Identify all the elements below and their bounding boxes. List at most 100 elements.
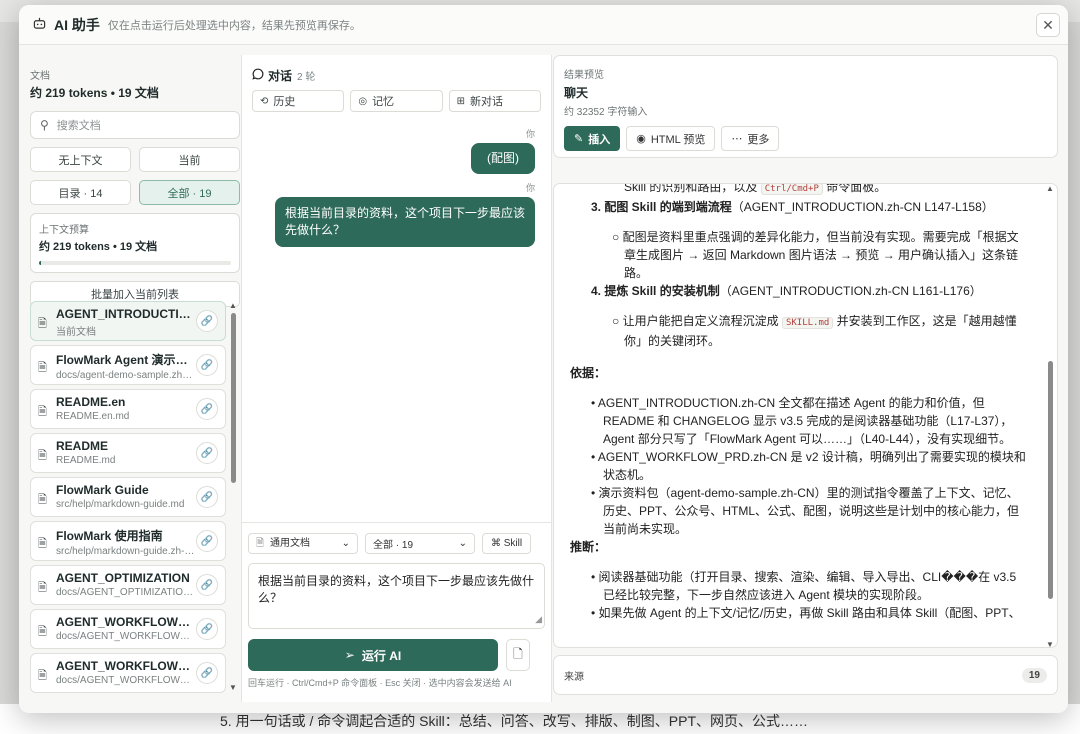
doc-name: AGENT_WORKFLOW_PRD	[56, 615, 195, 629]
composer-hint: 回车运行 · Ctrl/Cmd+P 命令面板 · Esc 关闭 · 选中内容会发…	[248, 678, 512, 688]
scrollbar-thumb[interactable]	[230, 313, 236, 483]
result-content[interactable]: Skill 的识别和路由，以及 Ctrl/Cmd+P 命令面板。 3. 配图 S…	[553, 183, 1058, 648]
doc-name: FlowMark Guide	[56, 483, 149, 497]
memory-button[interactable]: ◎ 记忆	[350, 90, 443, 112]
budget-value: 约 219 tokens • 19 文档	[39, 241, 158, 253]
composer: 🗎 通用文档 ⌄ 全部 · 19 ⌄ ⌘ Skill 根据当前目录的资料，这个项目…	[242, 522, 551, 702]
scroll-up-icon[interactable]: ▲	[228, 301, 238, 310]
result-panel: 结果预览 聊天 约 32352 字符输入 ✎ 插入 ◉ HTML 预览 ⋯ 更多 Sk…	[553, 55, 1058, 702]
budget-label: 上下文预算	[39, 225, 89, 236]
ai-assistant-dialog: AI 助手 仅在点击运行后处理选中内容，结果先预览再保存。 ✕ 文档 约 219…	[19, 5, 1068, 713]
resize-handle-icon[interactable]: ◢	[535, 611, 542, 628]
eye-icon: ◉	[636, 133, 646, 145]
budget-bar	[39, 261, 231, 265]
insert-label: 插入	[588, 133, 611, 146]
doc-name: AGENT_WORKFLOW_PRD.zh-CN	[56, 659, 195, 673]
skill-button[interactable]: ⌘ Skill	[482, 533, 531, 554]
docs-label: 文档	[30, 71, 50, 82]
history-label: 历史	[273, 96, 296, 108]
scroll-down-icon[interactable]: ▼	[228, 683, 238, 692]
doc-item[interactable]: 🗎 AGENT_WORKFLOW_PRD.zh-CN docs/AGENT_WO…	[30, 653, 226, 693]
user-message: 根据当前目录的资料，这个项目下一步最应该先做什么？	[275, 197, 535, 247]
basis-heading: 依据：	[570, 366, 607, 380]
link-icon[interactable]: 🔗	[196, 486, 218, 508]
html-preview-button[interactable]: ◉ HTML 预览	[626, 126, 716, 151]
doc-item[interactable]: 🗎 AGENT_INTRODUCTION.zh-CN.md 当前文档 🔗	[30, 301, 226, 341]
doc-type-value: 通用文档	[270, 538, 311, 549]
document-icon: 🗎	[38, 538, 47, 550]
background-footer-text: 5. 用一句话或 / 命令调起合适的 Skill：总结、问答、改写、排版、制图、…	[220, 713, 809, 729]
document-icon: 🗎	[38, 362, 47, 374]
document-icon: 🗎	[38, 406, 47, 418]
more-button[interactable]: ⋯ 更多	[721, 126, 780, 151]
inference-heading: 推断：	[570, 540, 607, 554]
conversation-count: 2 轮	[297, 72, 316, 83]
prompt-input[interactable]: 根据当前目录的资料，这个项目下一步最应该先做什么？ ◢	[248, 563, 545, 629]
inference-item: • 如果先做 Agent 的上下文/记忆/历史，再做 Skill 路由和具体 S…	[591, 606, 1021, 620]
link-icon[interactable]: 🔗	[196, 574, 218, 596]
link-icon[interactable]: 🔗	[196, 618, 218, 640]
source-label: 来源	[564, 671, 584, 683]
scope-directory-button[interactable]: 目录 · 14	[30, 180, 131, 205]
attach-file-button[interactable]: 🗋	[506, 639, 530, 671]
doc-path: docs/AGENT_OPTIMIZATION.md	[56, 587, 195, 598]
run-ai-button[interactable]: ➢ 运行 AI	[248, 639, 498, 671]
doc-path: src/help/markdown-guide.md	[56, 499, 185, 510]
search-placeholder: 搜索文档	[56, 120, 101, 132]
link-icon[interactable]: 🔗	[196, 662, 218, 684]
doc-name: README.en	[56, 395, 126, 409]
scroll-up-icon[interactable]: ▲	[1045, 184, 1055, 193]
doc-item[interactable]: 🗎 README.en README.en.md 🔗	[30, 389, 226, 429]
memory-label: 记忆	[372, 96, 395, 108]
list-item: 3. 配图 Skill 的端到端流程（AGENT_INTRODUCTION.zh…	[591, 200, 994, 214]
scroll-down-icon[interactable]: ▼	[1045, 640, 1055, 647]
doc-type-icon: 🗎	[256, 538, 265, 549]
document-list: 🗎 AGENT_INTRODUCTION.zh-CN.md 当前文档 🔗 🗎 F…	[30, 301, 226, 697]
basis-item: • 演示资料包（agent-demo-sample.zh-CN）里的测试指令覆盖…	[591, 486, 1020, 536]
link-icon[interactable]: 🔗	[196, 310, 218, 332]
scrollbar-thumb[interactable]	[1047, 361, 1053, 599]
documents-panel: 文档 约 219 tokens • 19 文档 ⚲ 搜索文档 无上下文 当前 目…	[30, 55, 240, 702]
list-sub-item: ○ 让用户能把自定义流程沉淀成 SKILL.md 并安装到工作区，这是「越用越懂…	[612, 314, 1017, 348]
basis-item: • AGENT_INTRODUCTION.zh-CN 全文都在描述 Agent …	[591, 396, 1013, 446]
doc-path: README.md	[56, 455, 116, 466]
file-code: SKILL.md	[781, 317, 834, 329]
doc-path: docs/AGENT_WORKFLOW_PRD.zh-CN.md	[56, 675, 195, 686]
history-button[interactable]: ⟲ 历史	[252, 90, 345, 112]
new-chat-icon: ⊞	[456, 95, 466, 107]
conversation-header: 对话 2 轮	[252, 67, 541, 84]
scope-all-button[interactable]: 全部 · 19	[139, 180, 240, 205]
doc-path: 当前文档	[56, 327, 96, 338]
link-icon[interactable]: 🔗	[196, 398, 218, 420]
doc-item[interactable]: 🗎 README README.md 🔗	[30, 433, 226, 473]
doc-item[interactable]: 🗎 FlowMark Guide src/help/markdown-guide…	[30, 477, 226, 517]
link-icon[interactable]: 🔗	[196, 354, 218, 376]
doc-item[interactable]: 🗎 AGENT_WORKFLOW_PRD docs/AGENT_WORKFLOW…	[30, 609, 226, 649]
doc-name: FlowMark Agent 演示资料包	[56, 353, 195, 367]
doc-list-scrollbar[interactable]: ▲	[228, 301, 238, 693]
close-button[interactable]: ✕	[1036, 13, 1060, 37]
new-chat-button[interactable]: ⊞ 新对话	[448, 90, 541, 112]
doc-item[interactable]: 🗎 FlowMark 使用指南 src/help/markdown-guide.…	[30, 521, 226, 561]
scope-select[interactable]: 全部 · 19 ⌄	[365, 533, 475, 554]
result-scrollbar[interactable]: ▲ ▼	[1045, 184, 1055, 647]
more-label: 更多	[747, 133, 770, 146]
doc-path: README.en.md	[56, 411, 130, 422]
doc-item[interactable]: 🗎 FlowMark Agent 演示资料包 docs/agent-demo-s…	[30, 345, 226, 385]
source-bar[interactable]: 来源 19	[553, 655, 1058, 695]
scope-current-button[interactable]: 当前	[139, 147, 240, 172]
preview-input-size: 约 32352 字符输入	[564, 107, 648, 118]
inference-item: • 阅读器基础功能（打开目录、搜索、渲染、编辑、导入导出、CLI���在 v3.…	[591, 570, 1017, 602]
doc-item[interactable]: 🗎 AGENT_OPTIMIZATION docs/AGENT_OPTIMIZA…	[30, 565, 226, 605]
preview-label: 结果预览	[564, 70, 604, 81]
document-icon: 🗎	[38, 582, 47, 594]
insert-button[interactable]: ✎ 插入	[564, 126, 621, 151]
doc-search-input[interactable]: ⚲ 搜索文档	[30, 111, 240, 139]
doc-type-select[interactable]: 🗎 通用文档 ⌄	[248, 533, 358, 554]
scope-none-button[interactable]: 无上下文	[30, 147, 131, 172]
link-icon[interactable]: 🔗	[196, 530, 218, 552]
document-icon: 🗎	[38, 494, 47, 506]
docs-summary: 约 219 tokens • 19 文档	[30, 86, 159, 100]
dialog-header: AI 助手 仅在点击运行后处理选中内容，结果先预览再保存。 ✕	[19, 5, 1068, 45]
link-icon[interactable]: 🔗	[196, 442, 218, 464]
